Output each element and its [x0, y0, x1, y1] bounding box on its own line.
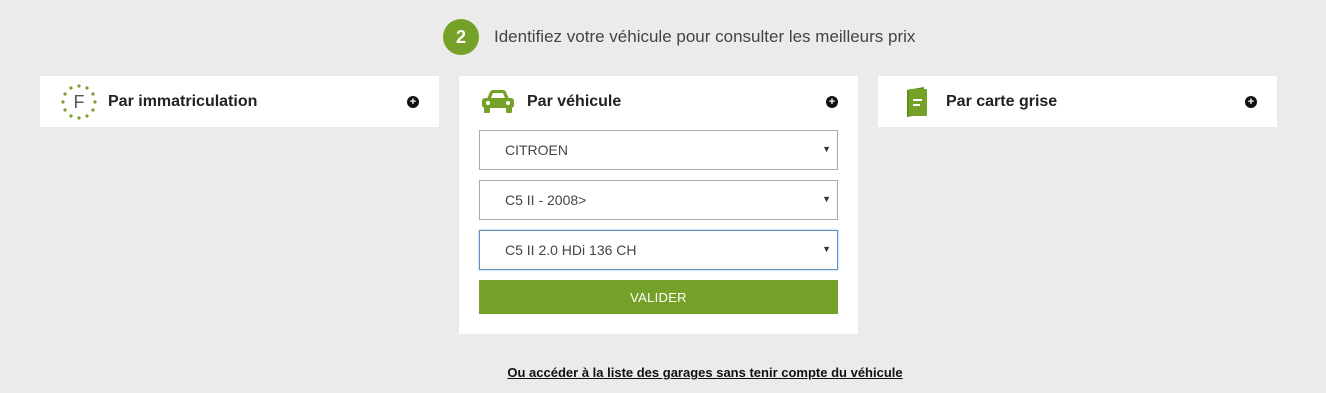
step-number-badge: 2 [443, 19, 479, 55]
plus-circle-icon[interactable]: + [407, 95, 419, 108]
engine-select[interactable]: C5 II 2.0 HDi 136 CH ▼ [479, 230, 838, 270]
card-vehicule: Par véhicule + CITROEN ▼ C5 II - 2008> ▼… [459, 76, 858, 334]
card-carte-grise-title: Par carte grise [946, 92, 1058, 110]
valider-button[interactable]: VALIDER [479, 280, 838, 314]
model-select-value: C5 II - 2008> [505, 192, 587, 208]
card-immatriculation-title: Par immatriculation [108, 92, 258, 110]
card-carte-grise[interactable]: Par carte grise + [878, 76, 1277, 127]
card-immatriculation[interactable]: F Par immatriculation + [40, 76, 439, 127]
caret-down-icon: ▼ [822, 144, 831, 154]
eu-plate-icon: F [60, 83, 98, 121]
brand-select[interactable]: CITROEN ▼ [479, 130, 838, 170]
registration-card-icon [898, 83, 936, 121]
card-carte-grise-header[interactable]: Par carte grise + [878, 76, 1277, 127]
model-select[interactable]: C5 II - 2008> ▼ [479, 180, 838, 220]
caret-down-icon: ▼ [822, 194, 831, 204]
plate-letter: F [74, 92, 85, 112]
card-immatriculation-header[interactable]: F Par immatriculation + [40, 76, 439, 127]
plus-circle-icon[interactable]: + [826, 95, 838, 108]
step-header: 2 Identifiez votre véhicule pour consult… [443, 19, 915, 55]
engine-select-value: C5 II 2.0 HDi 136 CH [505, 242, 637, 258]
brand-select-value: CITROEN [505, 142, 568, 158]
car-icon [479, 83, 517, 121]
plus-circle-icon[interactable]: + [1245, 95, 1257, 108]
card-vehicule-title: Par véhicule [527, 92, 622, 110]
step-title: Identifiez votre véhicule pour consulter… [494, 27, 916, 46]
caret-down-icon: ▼ [822, 244, 831, 254]
all-garages-link[interactable]: Ou accéder à la liste des garages sans t… [0, 365, 1326, 380]
card-vehicule-header[interactable]: Par véhicule + [459, 76, 858, 127]
